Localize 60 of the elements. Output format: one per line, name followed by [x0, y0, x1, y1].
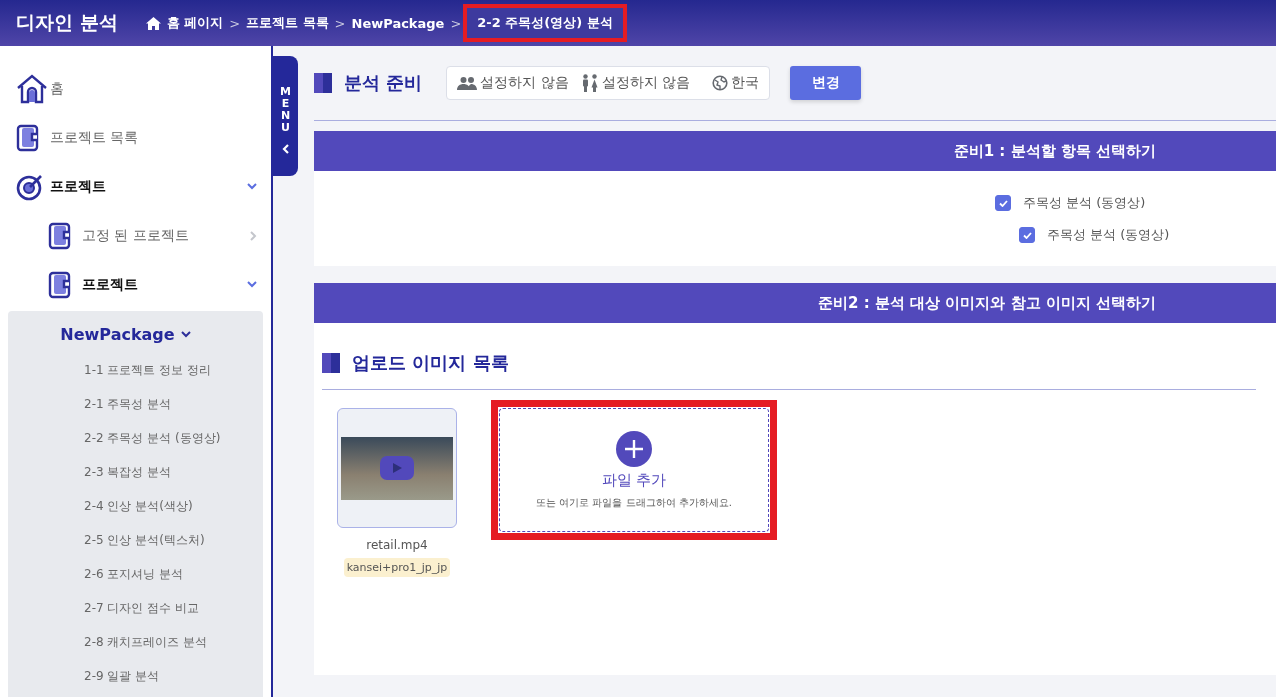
target-icon [16, 172, 44, 201]
breadcrumb-link[interactable]: NewPackage [351, 9, 445, 37]
breadcrumb-link[interactable]: 홈 페이지 [145, 8, 224, 38]
add-file-label: 파일 추가 [601, 470, 667, 490]
chevron-left-icon [281, 144, 290, 155]
submenu-item[interactable]: 2-7 디자인 점수 비교 [8, 591, 263, 625]
people-icon [457, 76, 478, 90]
setting-value: 설정하지 않음 [601, 74, 691, 92]
submenu-item[interactable]: 2-1 주목성 분석 [8, 387, 263, 421]
sidebar-item[interactable]: 프로젝트 [0, 162, 271, 211]
sidebar-item[interactable]: 프로젝트 목록 [0, 113, 271, 162]
file-drop-zone[interactable]: 파일 추가 또는 여기로 파일을 드래그하여 추가하세요. [499, 408, 769, 532]
setting-value: 한국 [731, 74, 760, 92]
checkmark-icon [1022, 231, 1032, 239]
section-title: 분석 준비 [344, 71, 423, 95]
change-button[interactable]: 변경 [790, 66, 862, 100]
file-name: retail.mp4 [366, 538, 428, 552]
app-title: 디자인 분석 [16, 10, 118, 35]
setting-value: 설정하지 않음 [480, 74, 569, 92]
submenu-item[interactable]: 2-9 일괄 분석 [8, 659, 263, 693]
submenu-item[interactable]: 2-4 인상 분석(색상) [8, 489, 263, 523]
plus-icon [616, 430, 652, 467]
sidebar-item[interactable]: 프로젝트 [0, 260, 271, 309]
submenu-header[interactable]: NewPackage [8, 321, 263, 347]
menu-tab[interactable]: MENU [273, 56, 298, 176]
submenu-item[interactable]: 2-6 포지셔닝 분석 [8, 557, 263, 591]
checkbox[interactable] [1019, 227, 1035, 243]
menu-label: MENU [280, 86, 291, 135]
checkbox[interactable] [995, 195, 1011, 211]
man-woman-icon [580, 74, 599, 92]
step-header: 준비2 : 분석 대상 이미지와 참고 이미지 선택하기 [314, 283, 1276, 323]
globe-icon [712, 75, 729, 91]
breadcrumb-separator: > [334, 15, 346, 31]
submenu-item[interactable]: 1-1 프로젝트 정보 정리 [8, 353, 263, 387]
breadcrumb-link[interactable]: 2-2 주목성(영상) 분석 [463, 4, 627, 42]
video-thumbnail[interactable] [337, 408, 457, 528]
house-icon [145, 16, 161, 30]
submenu-item[interactable]: 2-8 캐치프레이즈 분석 [8, 625, 263, 659]
submenu-item[interactable]: 2-5 인상 분석(텍스처) [8, 523, 263, 557]
drop-hint: 또는 여기로 파일을 드래그하여 추가하세요. [536, 495, 732, 510]
notebook-icon [48, 270, 72, 299]
checkbox-option[interactable]: 주목성 분석 (동영상) [995, 187, 1146, 219]
notebook-icon [16, 123, 40, 152]
sidebar-item[interactable]: 홈 [0, 64, 271, 113]
submenu-item[interactable]: 2-2 주목성 분석 (동영상) [8, 421, 263, 455]
checkbox-option[interactable]: 주목성 분석 (동영상) [1019, 219, 1170, 251]
file-tag: kansei+pro1_jp_jp [343, 558, 451, 577]
house-icon [16, 73, 48, 104]
breadcrumb-separator: > [229, 15, 241, 31]
checkmark-icon [998, 199, 1008, 207]
breadcrumb-separator: > [450, 15, 462, 31]
notebook-icon [48, 221, 72, 250]
sidebar-item[interactable]: 고정 된 프로젝트 [0, 211, 271, 260]
step-header: 준비1 : 분석할 항목 선택하기 [314, 131, 1276, 171]
section-marker-icon [322, 353, 340, 373]
submenu-item[interactable]: 2-3 복잡성 분석 [8, 455, 263, 489]
section-marker-icon [314, 73, 332, 93]
play-icon [380, 456, 414, 480]
breadcrumb-link[interactable]: 프로젝트 목록 [246, 8, 329, 38]
section-title: 업로드 이미지 목록 [352, 351, 509, 375]
